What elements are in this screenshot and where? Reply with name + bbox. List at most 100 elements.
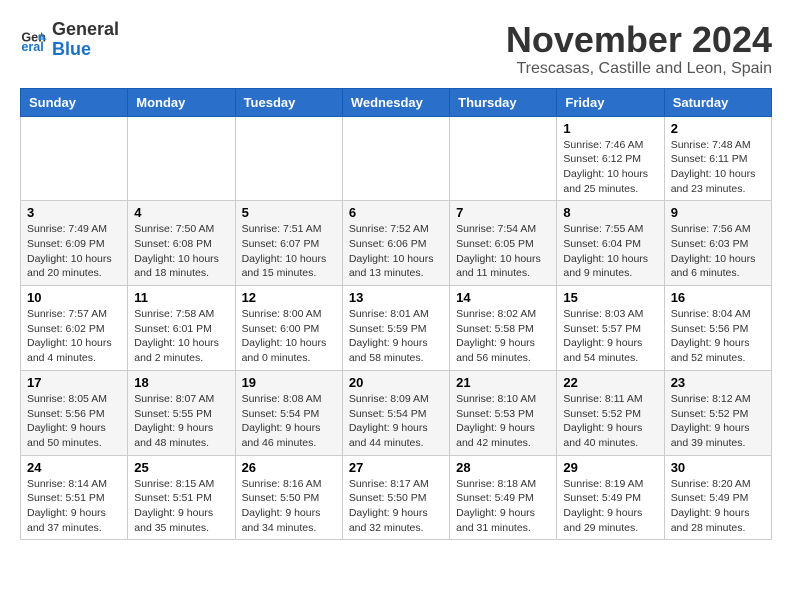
calendar-cell: 14 Sunrise: 8:02 AMSunset: 5:58 PMDayligh… bbox=[450, 286, 557, 371]
day-info: Sunrise: 8:01 AMSunset: 5:59 PMDaylight:… bbox=[349, 307, 443, 366]
calendar-cell: 22Sunrise: 8:11 AMSunset: 5:52 PMDayligh… bbox=[557, 370, 664, 455]
calendar-week-row: 17Sunrise: 8:05 AMSunset: 5:56 PMDayligh… bbox=[21, 370, 772, 455]
day-number: 8 bbox=[563, 205, 657, 220]
day-number: 4 bbox=[134, 205, 228, 220]
calendar-week-row: 24 Sunrise: 8:14 AMSunset: 5:51 PMDayligh… bbox=[21, 455, 772, 540]
calendar-cell: 6 Sunrise: 7:52 AMSunset: 6:06 PMDaylight… bbox=[342, 201, 449, 286]
calendar-cell: 1Sunrise: 7:46 AMSunset: 6:12 PMDaylight… bbox=[557, 116, 664, 201]
day-info: Sunrise: 7:57 AMSunset: 6:02 PMDaylight:… bbox=[27, 307, 121, 366]
calendar-cell: 23Sunrise: 8:12 AMSunset: 5:52 PMDayligh… bbox=[664, 370, 771, 455]
day-info: Sunrise: 8:16 AMSunset: 5:50 PMDaylight:… bbox=[242, 477, 336, 536]
day-number: 15 bbox=[563, 290, 657, 305]
day-info: Sunrise: 8:18 AMSunset: 5:49 PMDaylight:… bbox=[456, 477, 550, 536]
day-info: Sunrise: 8:07 AMSunset: 5:55 PMDaylight:… bbox=[134, 392, 228, 451]
calendar-cell: 7 Sunrise: 7:54 AMSunset: 6:05 PMDaylight… bbox=[450, 201, 557, 286]
calendar-cell: 18 Sunrise: 8:07 AMSunset: 5:55 PMDayligh… bbox=[128, 370, 235, 455]
day-info: Sunrise: 7:51 AMSunset: 6:07 PMDaylight:… bbox=[242, 222, 336, 281]
day-number: 13 bbox=[349, 290, 443, 305]
day-number: 9 bbox=[671, 205, 765, 220]
day-number: 30 bbox=[671, 460, 765, 475]
day-info: Sunrise: 8:03 AMSunset: 5:57 PMDaylight:… bbox=[563, 307, 657, 366]
calendar-cell: 15 Sunrise: 8:03 AMSunset: 5:57 PMDayligh… bbox=[557, 286, 664, 371]
day-number: 11 bbox=[134, 290, 228, 305]
day-info: Sunrise: 8:00 AMSunset: 6:00 PMDaylight:… bbox=[242, 307, 336, 366]
calendar-cell: 3 Sunrise: 7:49 AMSunset: 6:09 PMDaylight… bbox=[21, 201, 128, 286]
calendar-cell: 10 Sunrise: 7:57 AMSunset: 6:02 PMDayligh… bbox=[21, 286, 128, 371]
weekday-header-row: SundayMondayTuesdayWednesdayThursdayFrid… bbox=[21, 88, 772, 116]
day-info: Sunrise: 7:52 AMSunset: 6:06 PMDaylight:… bbox=[349, 222, 443, 281]
day-info: Sunrise: 8:04 AMSunset: 5:56 PMDaylight:… bbox=[671, 307, 765, 366]
weekday-header: Tuesday bbox=[235, 88, 342, 116]
day-number: 7 bbox=[456, 205, 550, 220]
calendar-cell: 30 Sunrise: 8:20 AMSunset: 5:49 PMDayligh… bbox=[664, 455, 771, 540]
day-number: 3 bbox=[27, 205, 121, 220]
calendar-cell: 19Sunrise: 8:08 AMSunset: 5:54 PMDayligh… bbox=[235, 370, 342, 455]
weekday-header: Friday bbox=[557, 88, 664, 116]
page-header: Gen eral General Blue November 2024 Tres… bbox=[20, 20, 772, 78]
day-number: 21 bbox=[456, 375, 550, 390]
day-number: 29 bbox=[563, 460, 657, 475]
calendar-cell: 26 Sunrise: 8:16 AMSunset: 5:50 PMDayligh… bbox=[235, 455, 342, 540]
calendar-cell: 29 Sunrise: 8:19 AMSunset: 5:49 PMDayligh… bbox=[557, 455, 664, 540]
calendar-cell bbox=[342, 116, 449, 201]
day-number: 6 bbox=[349, 205, 443, 220]
calendar-cell: 2 Sunrise: 7:48 AMSunset: 6:11 PMDaylight… bbox=[664, 116, 771, 201]
day-number: 12 bbox=[242, 290, 336, 305]
weekday-header: Sunday bbox=[21, 88, 128, 116]
calendar-cell: 8 Sunrise: 7:55 AMSunset: 6:04 PMDaylight… bbox=[557, 201, 664, 286]
calendar-cell: 20 Sunrise: 8:09 AMSunset: 5:54 PMDayligh… bbox=[342, 370, 449, 455]
calendar-cell bbox=[21, 116, 128, 201]
day-number: 26 bbox=[242, 460, 336, 475]
calendar-cell: 16 Sunrise: 8:04 AMSunset: 5:56 PMDayligh… bbox=[664, 286, 771, 371]
calendar-cell bbox=[450, 116, 557, 201]
day-number: 27 bbox=[349, 460, 443, 475]
day-number: 5 bbox=[242, 205, 336, 220]
day-info: Sunrise: 8:08 AMSunset: 5:54 PMDaylight:… bbox=[242, 392, 336, 451]
day-info: Sunrise: 7:54 AMSunset: 6:05 PMDaylight:… bbox=[456, 222, 550, 281]
day-number: 17 bbox=[27, 375, 121, 390]
day-info: Sunrise: 8:19 AMSunset: 5:49 PMDaylight:… bbox=[563, 477, 657, 536]
day-info: Sunrise: 8:09 AMSunset: 5:54 PMDaylight:… bbox=[349, 392, 443, 451]
month-title: November 2024 bbox=[506, 20, 772, 60]
day-number: 10 bbox=[27, 290, 121, 305]
weekday-header: Thursday bbox=[450, 88, 557, 116]
calendar-cell bbox=[235, 116, 342, 201]
day-info: Sunrise: 8:17 AMSunset: 5:50 PMDaylight:… bbox=[349, 477, 443, 536]
day-info: Sunrise: 8:20 AMSunset: 5:49 PMDaylight:… bbox=[671, 477, 765, 536]
calendar-cell: 12 Sunrise: 8:00 AMSunset: 6:00 PMDayligh… bbox=[235, 286, 342, 371]
calendar-week-row: 1Sunrise: 7:46 AMSunset: 6:12 PMDaylight… bbox=[21, 116, 772, 201]
day-info: Sunrise: 8:15 AMSunset: 5:51 PMDaylight:… bbox=[134, 477, 228, 536]
calendar-week-row: 3 Sunrise: 7:49 AMSunset: 6:09 PMDaylight… bbox=[21, 201, 772, 286]
day-number: 25 bbox=[134, 460, 228, 475]
title-section: November 2024 Trescasas, Castille and Le… bbox=[506, 20, 772, 78]
day-number: 14 bbox=[456, 290, 550, 305]
calendar-cell bbox=[128, 116, 235, 201]
day-info: Sunrise: 7:48 AMSunset: 6:11 PMDaylight:… bbox=[671, 138, 765, 197]
day-info: Sunrise: 7:56 AMSunset: 6:03 PMDaylight:… bbox=[671, 222, 765, 281]
day-info: Sunrise: 8:14 AMSunset: 5:51 PMDaylight:… bbox=[27, 477, 121, 536]
day-number: 23 bbox=[671, 375, 765, 390]
calendar-cell: 5 Sunrise: 7:51 AMSunset: 6:07 PMDaylight… bbox=[235, 201, 342, 286]
day-number: 24 bbox=[27, 460, 121, 475]
weekday-header: Monday bbox=[128, 88, 235, 116]
day-number: 2 bbox=[671, 121, 765, 136]
calendar-cell: 25 Sunrise: 8:15 AMSunset: 5:51 PMDayligh… bbox=[128, 455, 235, 540]
calendar-cell: 21Sunrise: 8:10 AMSunset: 5:53 PMDayligh… bbox=[450, 370, 557, 455]
day-info: Sunrise: 7:49 AMSunset: 6:09 PMDaylight:… bbox=[27, 222, 121, 281]
day-number: 22 bbox=[563, 375, 657, 390]
logo-icon: Gen eral bbox=[20, 26, 48, 54]
day-info: Sunrise: 8:02 AMSunset: 5:58 PMDaylight:… bbox=[456, 307, 550, 366]
day-number: 28 bbox=[456, 460, 550, 475]
location-title: Trescasas, Castille and Leon, Spain bbox=[506, 60, 772, 78]
day-info: Sunrise: 7:50 AMSunset: 6:08 PMDaylight:… bbox=[134, 222, 228, 281]
svg-text:eral: eral bbox=[21, 40, 43, 54]
day-number: 16 bbox=[671, 290, 765, 305]
day-number: 18 bbox=[134, 375, 228, 390]
day-number: 20 bbox=[349, 375, 443, 390]
calendar-cell: 13 Sunrise: 8:01 AMSunset: 5:59 PMDayligh… bbox=[342, 286, 449, 371]
calendar-cell: 17Sunrise: 8:05 AMSunset: 5:56 PMDayligh… bbox=[21, 370, 128, 455]
weekday-header: Saturday bbox=[664, 88, 771, 116]
day-info: Sunrise: 7:55 AMSunset: 6:04 PMDaylight:… bbox=[563, 222, 657, 281]
calendar-table: SundayMondayTuesdayWednesdayThursdayFrid… bbox=[20, 88, 772, 541]
day-number: 1 bbox=[563, 121, 657, 136]
